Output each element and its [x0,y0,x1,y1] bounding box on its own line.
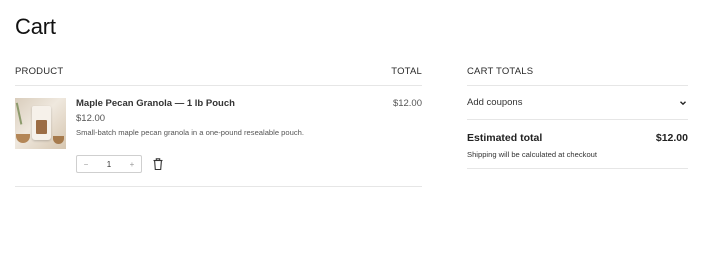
estimated-total-value: $12.00 [655,132,688,144]
cart-totals-heading: CART TOTALS [467,62,688,86]
line-total: $12.00 [392,98,422,109]
cart-item-row: Maple Pecan Granola — 1 lb Pouch $12.00 … [15,86,422,187]
product-thumbnail[interactable] [15,98,66,149]
decrement-quantity-button[interactable]: − [77,160,95,169]
table-header: PRODUCT TOTAL [15,62,422,86]
trash-icon[interactable] [152,157,164,171]
cart-totals-panel: CART TOTALS Add coupons Estimated total … [467,62,688,169]
product-description: Small-batch maple pecan granola in a one… [76,128,304,137]
add-coupons-label: Add coupons [467,97,523,108]
product-price: $12.00 [76,113,106,124]
add-coupons-toggle[interactable]: Add coupons [467,86,688,120]
column-header-product: PRODUCT [15,66,64,77]
chevron-down-icon [680,100,686,105]
cart-items-table: PRODUCT TOTAL Maple Pecan Granola — 1 lb… [15,62,422,187]
quantity-value[interactable]: 1 [107,160,111,169]
shipping-note: Shipping will be calculated at checkout [467,150,598,159]
column-header-total: TOTAL [391,66,422,77]
estimated-total-section: Estimated total $12.00 Shipping will be … [467,120,688,169]
increment-quantity-button[interactable]: + [123,160,141,169]
estimated-total-label: Estimated total [467,132,543,144]
quantity-stepper: − 1 + [76,155,142,173]
product-name-link[interactable]: Maple Pecan Granola — 1 lb Pouch [76,98,235,109]
page-title: Cart [15,14,56,39]
